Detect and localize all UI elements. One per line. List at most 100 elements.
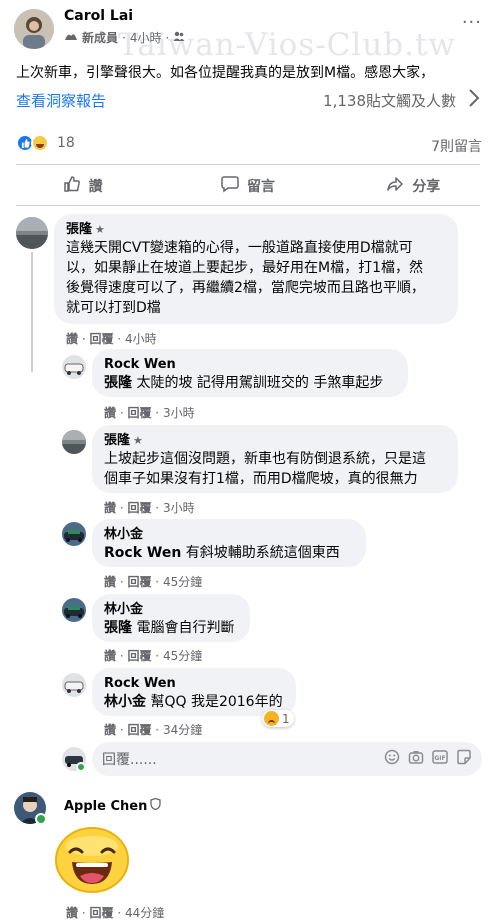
- sticker-icon[interactable]: [456, 749, 472, 769]
- share-icon: [386, 175, 404, 198]
- reply-bubble: 林小金 張隆 電腦會自行判斷: [92, 594, 250, 642]
- reply-comment-link[interactable]: 回覆: [127, 723, 151, 737]
- post-author-name[interactable]: Carol Lai: [64, 8, 133, 24]
- like-comment-link[interactable]: 讚: [104, 575, 116, 589]
- camera-icon[interactable]: [408, 749, 424, 769]
- reply-bubble: 林小金 Rock Wen 有斜坡輔助系統這個東西: [92, 519, 366, 567]
- commenter-name[interactable]: Apple Chen: [64, 797, 161, 815]
- commenter-avatar[interactable]: [62, 598, 86, 622]
- comment-meta: 讚 · 回覆 · 34分鐘: [104, 723, 203, 737]
- comment-time[interactable]: 45分鐘: [163, 575, 202, 589]
- reaction-summary[interactable]: 18: [16, 134, 75, 152]
- more-options-icon[interactable]: ···: [462, 12, 482, 33]
- reply-line: 上坡起步這個沒問題，新車也有防倒退系統，只是這: [104, 451, 426, 467]
- shield-badge-icon: [150, 797, 161, 815]
- gif-icon[interactable]: GIF: [432, 749, 448, 769]
- new-member-icon: [64, 30, 78, 45]
- mention-tag[interactable]: 林小金: [104, 694, 146, 710]
- like-button[interactable]: 讚: [0, 168, 165, 204]
- share-label: 分享: [412, 179, 441, 195]
- reply-text: Rock Wen 有斜坡輔助系統這個東西: [104, 545, 340, 561]
- reaction-count: 18: [57, 135, 75, 151]
- reply-comment-link[interactable]: 回覆: [127, 649, 151, 663]
- comment-meta: 讚 · 回覆 · 45分鐘: [104, 649, 203, 663]
- post-actions: 讚 留言 分享: [0, 168, 496, 204]
- comment-meta: 讚 · 回覆 · 44分鐘: [66, 906, 165, 920]
- like-comment-link[interactable]: 讚: [104, 723, 116, 737]
- comment-time[interactable]: 45分鐘: [163, 649, 202, 663]
- reply-line: 個車子如果沒有打1檔，而用D檔爬坡，真的很無力: [104, 471, 418, 487]
- commenter-name[interactable]: 張隆 ★: [66, 222, 446, 238]
- comment-button[interactable]: 留言: [165, 168, 330, 204]
- reaction-count: 1: [282, 711, 290, 726]
- new-member-badge: 新成員: [82, 31, 119, 45]
- post-meta: 新成員 · 4小時 ·: [64, 29, 185, 46]
- sad-reaction-icon: [264, 711, 279, 726]
- reply-comment-link[interactable]: 回覆: [127, 501, 151, 515]
- star-badge-icon: ★: [95, 223, 105, 236]
- emoji-icon[interactable]: [384, 749, 400, 769]
- reply-comment-link[interactable]: 回覆: [89, 906, 113, 920]
- thread-line: [31, 252, 33, 372]
- star-badge-icon: ★: [133, 434, 143, 447]
- reply-bubble: Rock Wen 張隆 太陡的坡 記得用駕訓班交的 手煞車起步: [92, 349, 408, 397]
- like-comment-link[interactable]: 讚: [66, 906, 78, 920]
- like-comment-link[interactable]: 讚: [66, 332, 78, 346]
- reply-comment-link[interactable]: 回覆: [127, 406, 151, 420]
- commenter-name[interactable]: Rock Wen: [104, 676, 284, 692]
- commenter-avatar[interactable]: [62, 355, 86, 379]
- commenter-name[interactable]: 林小金: [104, 527, 354, 543]
- reply-comment-link[interactable]: 回覆: [127, 575, 151, 589]
- comment-line: 這幾天開CVT變速箱的心得，一般道路直接使用D檔就可: [66, 240, 413, 256]
- post-text: 上次新車，引擎聲很大。如各位提醒我真的是放到M檔。感恩大家，: [16, 65, 435, 81]
- group-privacy-icon: [173, 30, 185, 45]
- divider: [16, 205, 480, 206]
- comment-time[interactable]: 34分鐘: [163, 723, 202, 737]
- comment-icon: [221, 175, 239, 198]
- comment-meta: 讚 · 回覆 · 3小時: [104, 501, 195, 515]
- like-comment-link[interactable]: 讚: [104, 406, 116, 420]
- commenter-avatar[interactable]: [62, 673, 86, 697]
- mention-tag[interactable]: Rock Wen: [104, 545, 181, 561]
- reply-tools: GIF: [384, 749, 472, 769]
- comment-label: 留言: [246, 179, 275, 195]
- comment-line: 就可以打到D檔: [66, 300, 161, 316]
- reply-bubble: 張隆 ★ 上坡起步這個沒問題，新車也有防倒退系統，只是這 個車子如果沒有打1檔，…: [92, 425, 458, 493]
- commenter-avatar[interactable]: [62, 522, 86, 546]
- reply-input[interactable]: 回覆...... GIF: [92, 742, 482, 776]
- chevron-right-icon[interactable]: [468, 88, 480, 113]
- comment-bubble: 張隆 ★ 這幾天開CVT變速箱的心得，一般道路直接使用D檔就可 以，如果靜止在坡…: [54, 214, 458, 324]
- commenter-name[interactable]: 林小金: [104, 602, 238, 618]
- mention-tag[interactable]: 張隆: [104, 620, 132, 636]
- comment-time[interactable]: 4小時: [125, 332, 157, 346]
- like-comment-link[interactable]: 讚: [104, 649, 116, 663]
- online-status-dot: [35, 813, 47, 825]
- reply-comment-link[interactable]: 回覆: [89, 332, 113, 346]
- mention-tag[interactable]: 張隆: [104, 375, 132, 391]
- share-button[interactable]: 分享: [331, 168, 496, 204]
- like-comment-link[interactable]: 讚: [104, 501, 116, 515]
- author-avatar[interactable]: [14, 9, 54, 49]
- comment-time[interactable]: 3小時: [163, 406, 195, 420]
- online-status-dot: [76, 762, 86, 772]
- commenter-avatar[interactable]: [16, 217, 48, 249]
- comment-meta: 讚 · 回覆 · 45分鐘: [104, 575, 203, 589]
- commenter-name[interactable]: 張隆 ★: [104, 433, 446, 449]
- view-insights-link[interactable]: 查看洞察報告: [16, 90, 106, 111]
- thumbs-up-icon: [63, 175, 81, 198]
- comment-count[interactable]: 7則留言: [431, 136, 482, 156]
- svg-text:GIF: GIF: [434, 755, 445, 762]
- reply-reaction-badge[interactable]: 1: [262, 710, 294, 727]
- reply-text: 張隆 太陡的坡 記得用駕訓班交的 手煞車起步: [104, 375, 384, 391]
- post-time[interactable]: 4小時: [130, 29, 162, 46]
- comment-line: 後覺得速度可以了，再繼續2檔，當爬完坡而且路也平順，: [66, 280, 425, 296]
- commenter-name[interactable]: Rock Wen: [104, 357, 396, 373]
- reply-text: 林小金 幫QQ 我是2016年的: [104, 694, 283, 710]
- commenter-avatar[interactable]: [62, 430, 86, 454]
- comment-time[interactable]: 44分鐘: [125, 906, 164, 920]
- haha-reaction-icon: [31, 134, 49, 152]
- like-label: 讚: [88, 179, 103, 195]
- comment-time[interactable]: 3小時: [163, 501, 195, 515]
- reach-count: 1,138貼文觸及人數: [323, 92, 456, 110]
- comment-line: 以，如果靜止在坡道上要起步，最好用在M檔，打1檔，然: [66, 260, 423, 276]
